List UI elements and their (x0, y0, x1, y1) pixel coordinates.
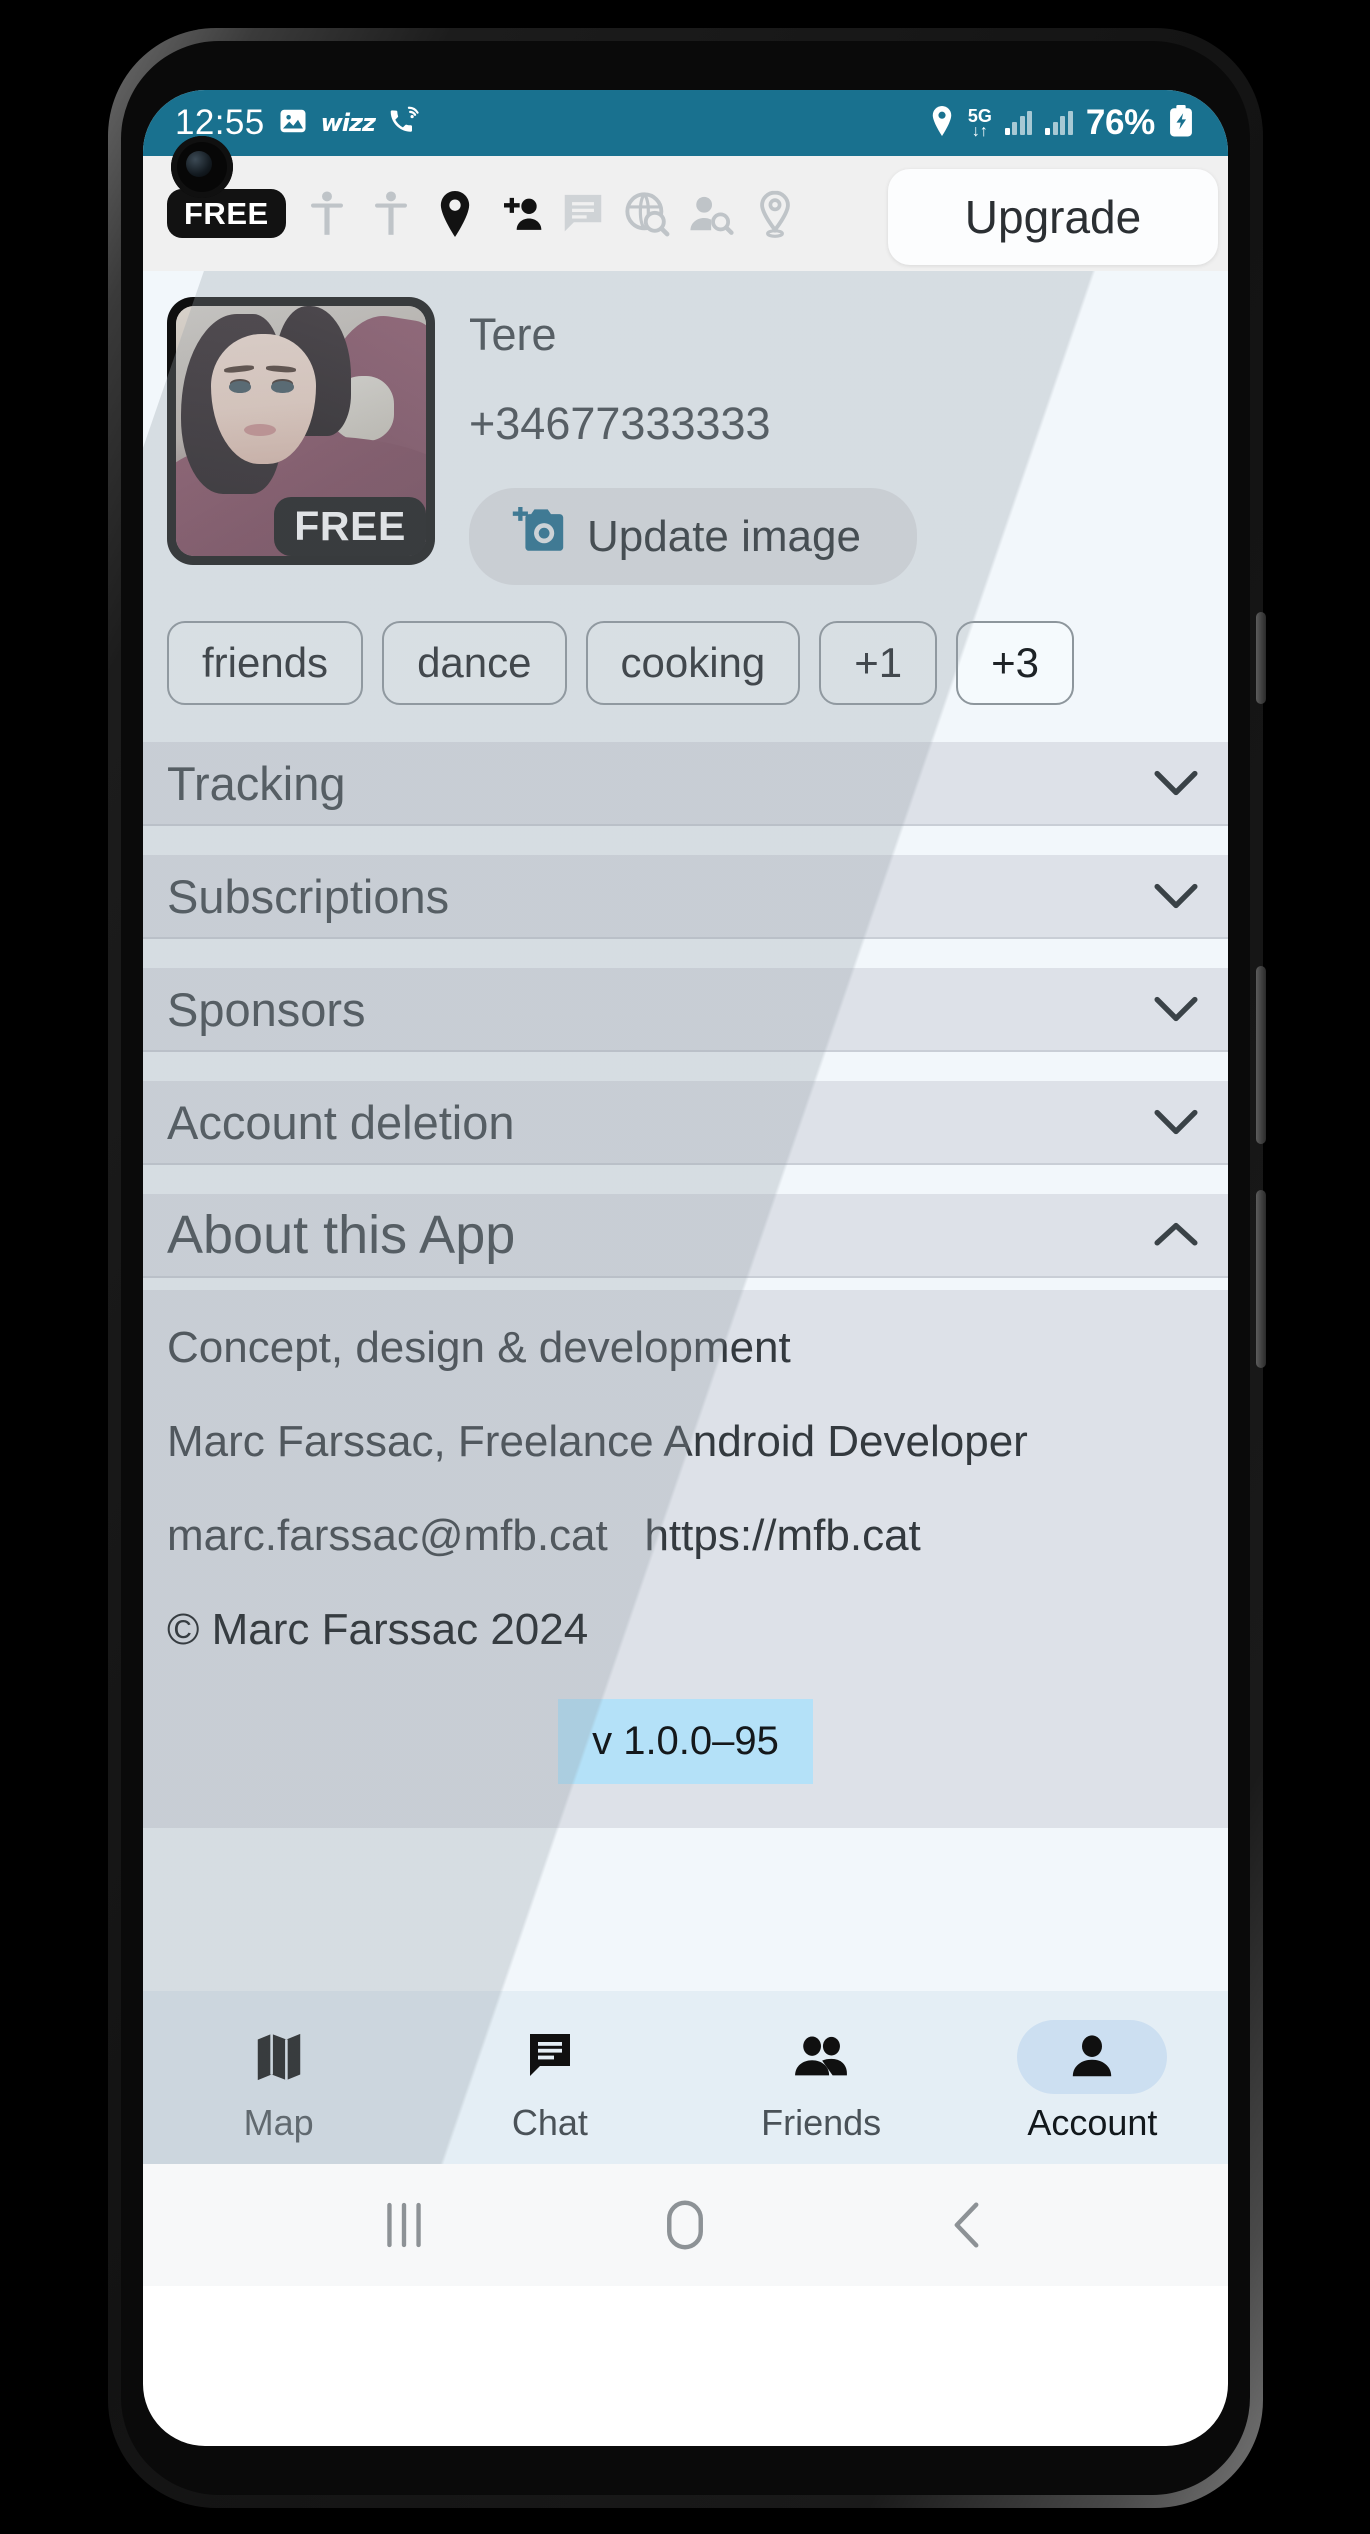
section-about-this-app[interactable]: About this App (143, 1194, 1228, 1278)
people-icon (746, 2020, 896, 2094)
tag-chip[interactable]: cooking (585, 621, 801, 705)
wizz-logo-icon: wizz (320, 109, 376, 137)
account-screen-content: FREE Tere +34677333333 Update image frie… (143, 271, 1228, 2164)
nav-item-friends[interactable]: Friends (686, 1991, 957, 2164)
section-title: Subscriptions (167, 869, 450, 923)
recents-icon[interactable] (369, 2190, 439, 2260)
avatar[interactable]: FREE (167, 297, 435, 565)
tag-chip-overflow[interactable]: +3 (956, 621, 1075, 705)
profile-info: Tere +34677333333 Update image (469, 297, 1228, 585)
back-icon[interactable] (932, 2190, 1002, 2260)
profile-header: FREE Tere +34677333333 Update image (143, 271, 1228, 585)
status-clock: 12:55 (175, 103, 265, 142)
section-title: About this App (167, 1205, 516, 1265)
home-icon[interactable] (650, 2190, 720, 2260)
version-row: v 1.0.0–95 (167, 1699, 1204, 1784)
section-title: Sponsors (167, 982, 366, 1036)
about-website-link[interactable]: https://mfb.cat (644, 1511, 920, 1560)
network-5g-icon: 5G ↓↑ (968, 107, 992, 140)
tag-chip[interactable]: dance (382, 621, 567, 705)
chevron-up-icon[interactable] (1154, 1213, 1198, 1257)
nav-label: Account (1027, 2101, 1158, 2143)
interest-tag-list: friends dance cooking +1 +3 (143, 585, 1228, 705)
globe-search-icon[interactable] (616, 183, 678, 245)
accessibility-person-icon[interactable] (296, 183, 358, 245)
network-type-label: 5G (967, 105, 992, 126)
chat-bubble-icon[interactable] (552, 183, 614, 245)
phone-side-button[interactable] (1256, 612, 1266, 704)
accessibility-person-icon[interactable] (360, 183, 422, 245)
section-tracking[interactable]: Tracking (143, 742, 1228, 826)
screenshot-root: 12:55 wizz 5G ↓↑ 76% FREE Upgrade FREE T… (0, 0, 1370, 2534)
free-plan-badge[interactable]: FREE (167, 189, 286, 238)
nav-label: Map (243, 2101, 314, 2143)
avatar-free-badge: FREE (274, 497, 426, 556)
map-icon (204, 2020, 354, 2094)
about-contact-row: marc.farssac@mfb.cat https://mfb.cat (167, 1511, 1204, 1561)
android-system-navigation-bar (143, 2164, 1228, 2286)
about-credit-role: Concept, design & development (167, 1323, 791, 1372)
app-toolbar: FREE Upgrade (143, 156, 1228, 271)
about-this-app-body: Concept, design & development Marc Farss… (143, 1290, 1228, 1828)
section-account-deletion[interactable]: Account deletion (143, 1081, 1228, 1165)
bottom-navigation-bar: Map Chat Friends Account (143, 1991, 1228, 2164)
location-pin-outline-icon[interactable] (744, 183, 806, 245)
network-arrows: ↓↑ (971, 122, 988, 140)
section-title: Tracking (167, 756, 346, 810)
add-photo-camera-icon (511, 506, 565, 566)
chat-bubble-icon (475, 2020, 625, 2094)
status-bar: 12:55 wizz 5G ↓↑ 76% (143, 90, 1228, 156)
battery-charging-icon (1168, 104, 1194, 142)
phone-volume-down-button[interactable] (1256, 1190, 1266, 1368)
nav-item-account[interactable]: Account (957, 1991, 1228, 2164)
signal-bars-icon (1004, 111, 1033, 135)
location-pin-icon (929, 105, 955, 141)
image-icon (278, 106, 308, 141)
chevron-down-icon[interactable] (1154, 761, 1198, 805)
signal-bars-icon (1045, 111, 1073, 135)
status-bar-right: 5G ↓↑ 76% (929, 103, 1194, 143)
person-icon (1017, 2019, 1168, 2094)
toolbar-icon-group (296, 183, 806, 245)
tag-chip[interactable]: +1 (819, 621, 938, 705)
update-image-label: Update image (587, 511, 861, 561)
nav-label: Friends (761, 2101, 882, 2143)
person-search-icon[interactable] (680, 183, 742, 245)
app-version-badge: v 1.0.0–95 (558, 1699, 813, 1784)
phone-volume-up-button[interactable] (1256, 966, 1266, 1144)
chevron-down-icon[interactable] (1154, 874, 1198, 918)
wifi-calling-icon (388, 106, 420, 141)
section-title: Account deletion (167, 1095, 515, 1149)
nav-item-map[interactable]: Map (143, 1991, 414, 2164)
update-image-button[interactable]: Update image (469, 488, 917, 585)
phone-screen: 12:55 wizz 5G ↓↑ 76% FREE Upgrade FREE T… (143, 90, 1228, 2446)
profile-name: Tere (469, 309, 557, 360)
nav-item-chat[interactable]: Chat (414, 1991, 685, 2164)
section-sponsors[interactable]: Sponsors (143, 968, 1228, 1052)
location-pin-filled-icon[interactable] (424, 183, 486, 245)
section-subscriptions[interactable]: Subscriptions (143, 855, 1228, 939)
battery-percent-label: 76% (1085, 103, 1155, 142)
chevron-down-icon[interactable] (1154, 1100, 1198, 1144)
front-camera-punch-hole (171, 136, 233, 198)
tag-chip[interactable]: friends (167, 621, 364, 705)
about-credit-author: Marc Farssac, Freelance Android Develope… (167, 1417, 1028, 1466)
chevron-down-icon[interactable] (1154, 987, 1198, 1031)
about-email-link[interactable]: marc.farssac@mfb.cat (167, 1511, 608, 1560)
about-copyright: © Marc Farssac 2024 (167, 1605, 589, 1654)
upgrade-button[interactable]: Upgrade (888, 169, 1218, 265)
nav-label: Chat (511, 2101, 588, 2143)
add-person-icon[interactable] (488, 183, 550, 245)
settings-accordion: Tracking Subscriptions Sponsors Account … (143, 705, 1228, 1828)
profile-phone: +34677333333 (469, 398, 771, 449)
